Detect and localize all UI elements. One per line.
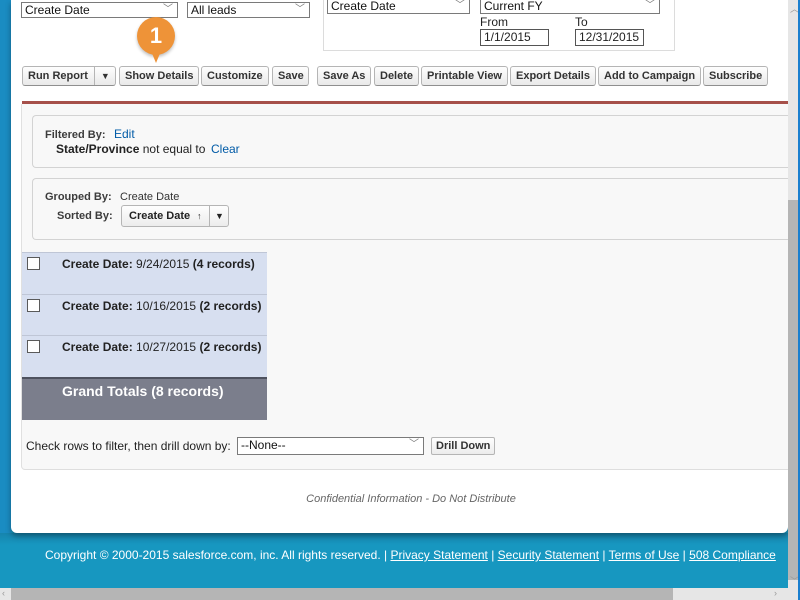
footer-separator: |	[491, 548, 495, 562]
date-field-select-value: Create Date	[331, 0, 396, 13]
sort-ascending-icon: ↑	[197, 211, 202, 221]
sort-by-button[interactable]: Create Date ↑ ▼	[121, 205, 229, 227]
run-report-label: Run Report	[28, 70, 88, 82]
508-compliance-link[interactable]: 508 Compliance	[689, 548, 776, 562]
drilldown-select-value: --None--	[241, 438, 286, 452]
sort-dropdown-icon[interactable]: ▼	[209, 206, 229, 226]
security-statement-link[interactable]: Security Statement	[498, 548, 599, 562]
printable-view-button[interactable]: Printable View	[421, 66, 508, 86]
scroll-right-icon[interactable]: ›	[774, 588, 777, 598]
group-label: Create Date: 10/16/2015 (2 records)	[62, 298, 262, 313]
filtered-by-label: Filtered By:	[45, 129, 106, 141]
group-label: Create Date: 10/27/2015 (2 records)	[62, 340, 262, 354]
edit-filter-link[interactable]: Edit	[114, 127, 135, 141]
privacy-statement-link[interactable]: Privacy Statement	[390, 548, 487, 562]
to-label: To	[575, 15, 588, 29]
show-select-value: All leads	[191, 3, 237, 17]
horizontal-scroll-thumb[interactable]	[11, 588, 673, 600]
drilldown-label: Check rows to filter, then drill down by…	[26, 439, 231, 453]
grouped-results-table: Create Date: 9/24/2015 (4 records) Creat…	[22, 252, 267, 420]
sorted-by-label: Sorted By:	[57, 210, 113, 222]
group-label: Create Date: 9/24/2015 (4 records)	[62, 257, 255, 271]
copyright-text: Copyright © 2000-2015 salesforce.com, in…	[45, 548, 388, 562]
show-select[interactable]: All leads ﹀	[187, 2, 310, 18]
to-date-input[interactable]: 12/31/2015	[575, 29, 644, 46]
add-to-campaign-button[interactable]: Add to Campaign	[598, 66, 702, 86]
group-row: Create Date: 10/16/2015 (2 records)	[22, 293, 267, 335]
step-callout-badge: 1	[137, 17, 175, 63]
grouped-by-value: Create Date	[120, 191, 180, 203]
row-checkbox[interactable]	[27, 257, 40, 270]
field-select[interactable]: Create Date ﹀	[21, 2, 178, 18]
scroll-left-icon[interactable]: ‹	[2, 588, 5, 598]
date-field-select[interactable]: Create Date ﹀	[327, 0, 470, 14]
chevron-down-icon: ﹀	[295, 4, 305, 15]
window-left-edge	[0, 0, 11, 600]
delete-button[interactable]: Delete	[374, 66, 420, 86]
dropdown-caret-icon[interactable]: ▼	[93, 67, 110, 85]
row-checkbox[interactable]	[27, 340, 40, 353]
run-report-button[interactable]: Run Report ▼	[22, 66, 116, 86]
from-label: From	[480, 15, 508, 29]
group-row: Create Date: 9/24/2015 (4 records)	[22, 252, 267, 294]
save-button[interactable]: Save	[272, 66, 309, 86]
save-as-button[interactable]: Save As	[317, 66, 372, 86]
confidential-notice: Confidential Information - Do Not Distri…	[306, 493, 516, 505]
from-date-input[interactable]: 1/1/2015	[480, 29, 549, 46]
customize-button[interactable]: Customize	[201, 66, 269, 86]
grouped-by-label: Grouped By:	[45, 191, 112, 203]
grand-totals-row: Grand Totals (8 records)	[22, 376, 267, 420]
range-select-value: Current FY	[484, 0, 543, 13]
chevron-down-icon: ﹀	[163, 4, 173, 15]
terms-of-use-link[interactable]: Terms of Use	[609, 548, 680, 562]
clear-filter-link[interactable]: Clear	[211, 142, 240, 156]
drilldown-select[interactable]: --None-- ﹀	[237, 437, 424, 455]
footer-separator: |	[682, 548, 686, 562]
filter-field: State/Province	[56, 142, 140, 156]
export-details-button[interactable]: Export Details	[510, 66, 596, 86]
chevron-down-icon: ﹀	[645, 0, 655, 11]
drill-down-button[interactable]: Drill Down	[431, 437, 496, 455]
subscribe-button[interactable]: Subscribe	[703, 66, 769, 86]
sort-field-label: Create Date	[129, 210, 191, 222]
field-select-value: Create Date	[25, 3, 90, 17]
footer-separator: |	[602, 548, 606, 562]
group-row: Create Date: 10/27/2015 (2 records)	[22, 335, 267, 377]
row-checkbox[interactable]	[27, 298, 40, 312]
grand-totals-label: Grand Totals (8 records)	[62, 382, 224, 399]
chevron-down-icon: ﹀	[455, 0, 465, 11]
filter-operator: not equal to	[142, 142, 206, 156]
chevron-down-icon: ﹀	[409, 439, 419, 450]
footer-copyright: Copyright © 2000-2015 salesforce.com, in…	[45, 548, 776, 562]
show-details-button[interactable]: Show Details	[119, 66, 200, 86]
horizontal-scrollbar[interactable]: ‹ ›	[0, 588, 800, 600]
range-select[interactable]: Current FY ﹀	[480, 0, 660, 14]
filter-description: State/Province not equal to	[56, 142, 205, 156]
